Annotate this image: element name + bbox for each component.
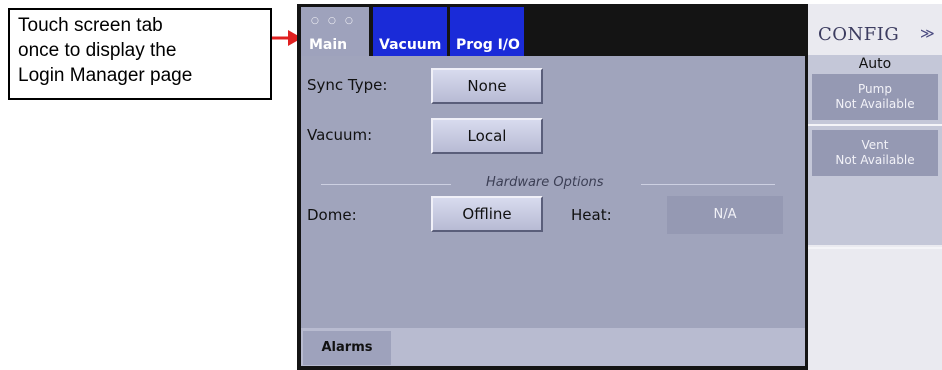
vacuum-label: Vacuum: [307, 126, 373, 144]
tab-dots-icon: ○ ○ ○ [311, 16, 356, 26]
tab-prog-io[interactable]: Prog I/O [450, 7, 524, 57]
callout-line: Touch screen tab [18, 15, 163, 36]
alarms-button[interactable]: Alarms [303, 331, 391, 365]
section-title: Hardware Options [486, 175, 604, 190]
chevron-down-icon[interactable]: ≫ [920, 26, 935, 42]
tab-label: Prog I/O [456, 37, 520, 53]
callout-line: Login Manager page [18, 65, 193, 86]
device-screen: ○ ○ ○ Main Vacuum Prog I/O Sync Type: No… [297, 4, 942, 370]
sync-type-button[interactable]: None [431, 68, 543, 104]
bottom-bar: Alarms [301, 328, 805, 366]
divider [321, 184, 451, 185]
pump-name: Pump [858, 82, 892, 96]
vent-name: Vent [861, 138, 889, 152]
tab-label: Vacuum [379, 37, 442, 53]
divider [808, 247, 942, 249]
heat-label: Heat: [571, 206, 612, 224]
callout-line: once to display the [18, 40, 177, 61]
tab-main[interactable]: ○ ○ ○ Main [301, 7, 369, 57]
dome-label: Dome: [307, 206, 357, 224]
vacuum-button[interactable]: Local [431, 118, 543, 154]
divider [808, 124, 942, 126]
tab-label: Main [309, 37, 348, 53]
vent-availability: Not Available [835, 153, 915, 167]
vent-status[interactable]: Vent Not Available [812, 130, 938, 176]
pump-status[interactable]: Pump Not Available [812, 74, 938, 120]
divider [641, 184, 775, 185]
config-panel: CONFIG ≫ Auto Pump Not Available Vent No… [808, 4, 942, 370]
heat-value: N/A [667, 196, 783, 234]
config-title[interactable]: CONFIG [818, 24, 899, 45]
sync-type-label: Sync Type: [307, 76, 388, 94]
pump-availability: Not Available [835, 97, 915, 111]
callout-box: Touch screen tab once to display the Log… [8, 8, 272, 100]
tab-vacuum[interactable]: Vacuum [373, 7, 447, 57]
main-panel: Sync Type: None Vacuum: Local Hardware O… [301, 56, 805, 366]
mode-label: Auto [858, 56, 892, 72]
dome-button[interactable]: Offline [431, 196, 543, 232]
